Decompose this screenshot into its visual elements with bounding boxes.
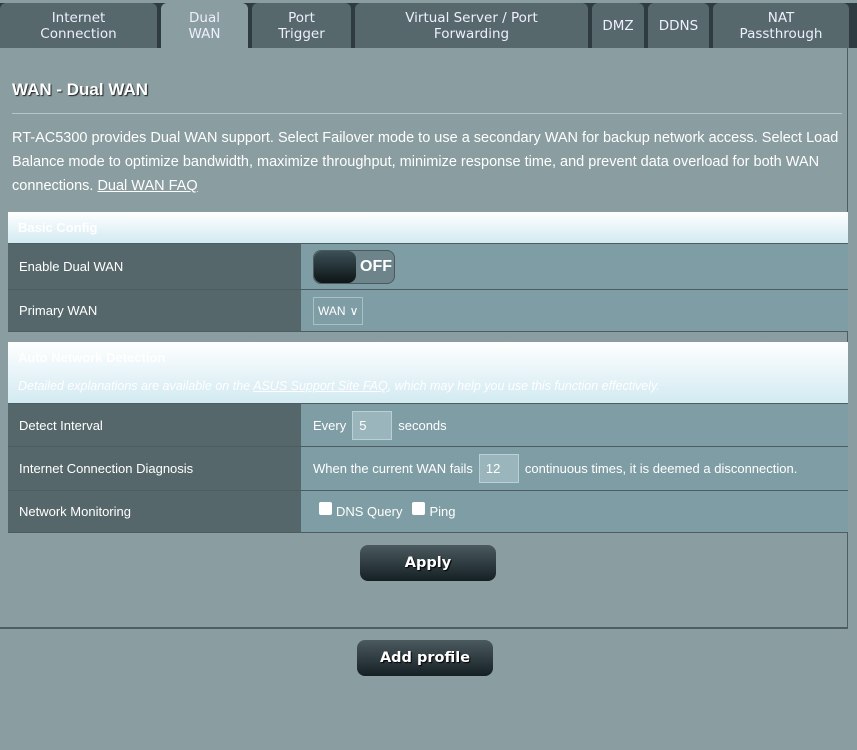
apply-button[interactable]: Apply [360, 545, 496, 581]
ping-checkbox[interactable] [412, 502, 426, 515]
divider [12, 113, 842, 114]
ping-label: Ping [429, 504, 456, 519]
primary-wan-select[interactable]: WAN ∨ [313, 296, 364, 325]
enable-dual-wan-row: Enable Dual WAN OFF [8, 243, 848, 289]
tab-nat-passthrough[interactable]: NAT Passthrough [713, 3, 849, 48]
text: seconds [398, 417, 447, 433]
basic-config-header: Basic Config [8, 212, 848, 243]
tab-dmz[interactable]: DMZ [592, 3, 644, 48]
enable-dual-wan-label: Enable Dual WAN [8, 244, 301, 289]
enable-dual-wan-toggle[interactable]: OFF [313, 249, 395, 284]
section-title: Auto Network Detection [18, 350, 166, 365]
diagnosis-row: Internet Connection Diagnosis When the c… [8, 446, 848, 490]
detect-interval-row: Detect Interval Every seconds [8, 403, 848, 446]
primary-wan-label: Primary WAN [8, 290, 301, 331]
toggle-state: OFF [360, 257, 392, 275]
dual-wan-faq-link[interactable]: Dual WAN FAQ [97, 178, 197, 194]
description: RT-AC5300 provides Dual WAN support. Sel… [12, 126, 847, 198]
toggle-knob [314, 250, 356, 283]
support-note: Detailed explanations are available on t… [18, 379, 838, 393]
text: continuous times, it is deemed a disconn… [524, 461, 798, 476]
detect-interval-input[interactable] [352, 410, 393, 440]
tab-ddns[interactable]: DDNS [648, 3, 709, 48]
dns-query-label: DNS Query [336, 504, 403, 519]
detect-interval-label: Detect Interval [8, 404, 301, 446]
selected-value: WAN [318, 303, 346, 318]
note-text: Detailed explanations are available on t… [18, 379, 254, 393]
primary-wan-row: Primary WAN WAN ∨ [8, 289, 848, 332]
section-title: Basic Config [18, 220, 98, 235]
add-profile-button[interactable]: Add profile [357, 640, 493, 676]
tab-virtual-server[interactable]: Virtual Server / Port Forwarding [355, 3, 588, 48]
tab-internet-connection[interactable]: Internet Connection [0, 3, 157, 48]
page-title: WAN - Dual WAN [12, 80, 148, 99]
asus-support-faq-link[interactable]: ASUS Support Site FAQ [253, 379, 388, 393]
note-text: , which may help you use this function e… [387, 379, 660, 393]
text: Every [313, 417, 347, 433]
tab-port-trigger[interactable]: Port Trigger [252, 3, 351, 48]
tab-dual-wan[interactable]: Dual WAN [161, 3, 248, 48]
fail-count-input[interactable] [478, 454, 519, 483]
network-monitoring-label: Network Monitoring [8, 491, 301, 532]
diagnosis-label: Internet Connection Diagnosis [8, 447, 301, 490]
auto-network-detection-header: Auto Network Detection Detailed explanat… [8, 342, 848, 403]
network-monitoring-row: Network Monitoring DNS Query Ping [8, 490, 848, 533]
dns-query-checkbox[interactable] [319, 502, 332, 515]
text: When the current WAN fails [313, 461, 473, 476]
chevron-down-icon: ∨ [349, 303, 359, 318]
tab-bar: Internet Connection Dual WAN Port Trigger V… [0, 3, 857, 48]
